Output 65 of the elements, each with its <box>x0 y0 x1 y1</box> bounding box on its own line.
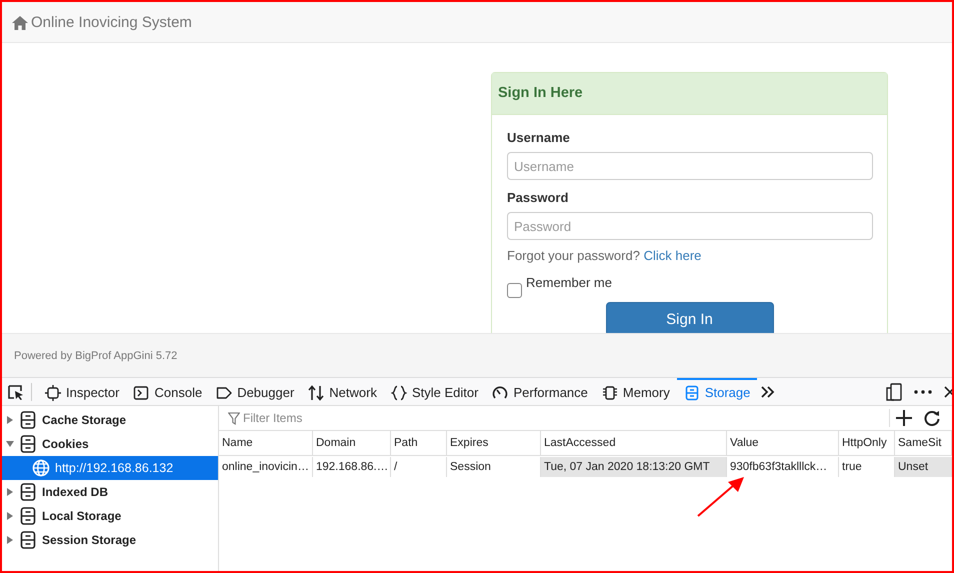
column-header[interactable]: LastAccessed <box>541 431 727 456</box>
home-icon <box>12 14 28 30</box>
storage-icon <box>20 507 36 525</box>
reset-link[interactable]: Click here <box>644 248 702 263</box>
arrows-icon <box>308 384 324 400</box>
field-label: Password <box>507 190 570 205</box>
devtools-tab[interactable]: Network <box>301 378 384 405</box>
table-cell: online_inovicin… <box>219 457 313 477</box>
storage-icon <box>20 483 36 501</box>
tree-item[interactable]: Cache Storage <box>2 408 218 432</box>
input-field[interactable]: Password <box>507 212 873 240</box>
navbar-title[interactable]: Online Inovicing System <box>31 14 192 30</box>
help-text: Forgot your password? <box>507 248 641 263</box>
table-cell: 930fb63f3taklllck… <box>727 457 839 477</box>
tree-item[interactable]: Cookies <box>2 432 218 456</box>
column-header[interactable]: Expires <box>447 431 541 456</box>
column-header[interactable]: HttpOnly <box>839 431 895 456</box>
checkbox-label: Remember me <box>526 275 612 290</box>
column-header[interactable]: Value <box>727 431 839 456</box>
column-header[interactable]: Name <box>219 431 313 456</box>
column-header[interactable]: SameSit <box>895 431 952 456</box>
devtools-tab[interactable]: Console <box>126 378 210 405</box>
table-cell: Unset <box>895 457 952 477</box>
storage-icon <box>684 384 700 400</box>
responsive-icon <box>886 382 902 400</box>
more-icon <box>914 390 932 394</box>
inspector-icon <box>45 384 61 400</box>
tree-item[interactable]: Local Storage <box>2 504 218 528</box>
panel-heading: Sign In Here <box>492 73 887 115</box>
sign-in-button[interactable]: Sign In <box>606 302 774 333</box>
tree-item[interactable]: Session Storage <box>2 528 218 552</box>
filter-icon <box>228 412 240 424</box>
field-label: Username <box>507 130 571 145</box>
devtools-tab[interactable]: Storage <box>676 378 758 405</box>
annotation-arrow <box>696 476 746 518</box>
globe-icon <box>32 459 50 477</box>
console-icon <box>133 384 150 400</box>
element-picker-icon <box>7 384 25 400</box>
gauge-icon <box>492 384 508 400</box>
devtools-tab[interactable]: Debugger <box>209 378 302 405</box>
column-header[interactable]: Domain <box>313 431 391 456</box>
table-cell: / <box>391 457 447 477</box>
chip-icon <box>602 384 618 400</box>
tree-item[interactable]: Indexed DB <box>2 480 218 504</box>
devtools-tab[interactable]: Memory <box>594 378 677 405</box>
chevrons-icon <box>761 386 776 398</box>
storage-icon <box>20 411 36 429</box>
devtools-tab[interactable]: Performance <box>485 378 595 405</box>
column-header[interactable]: Path <box>391 431 447 456</box>
table-cell: 192.168.86.… <box>313 457 391 477</box>
devtools-tab[interactable]: Inspector <box>38 378 126 405</box>
tree-item[interactable]: http://192.168.86.132 <box>2 456 218 480</box>
footer-text: Powered by BigProf AppGini 5.72 <box>14 350 178 362</box>
checkbox[interactable] <box>507 283 522 298</box>
tag-icon <box>216 384 232 400</box>
refresh-icon <box>924 410 940 426</box>
storage-icon <box>20 435 36 453</box>
devtools-tab[interactable]: Style Editor <box>384 378 486 405</box>
input-field[interactable]: Username <box>507 152 873 180</box>
table-cell: Tue, 07 Jan 2020 18:13:20 GMT <box>541 457 727 477</box>
close-icon <box>944 386 952 398</box>
add-icon <box>896 410 912 426</box>
braces-icon <box>390 384 407 400</box>
filter-field[interactable]: Filter Items <box>243 411 443 425</box>
storage-icon <box>20 531 36 549</box>
